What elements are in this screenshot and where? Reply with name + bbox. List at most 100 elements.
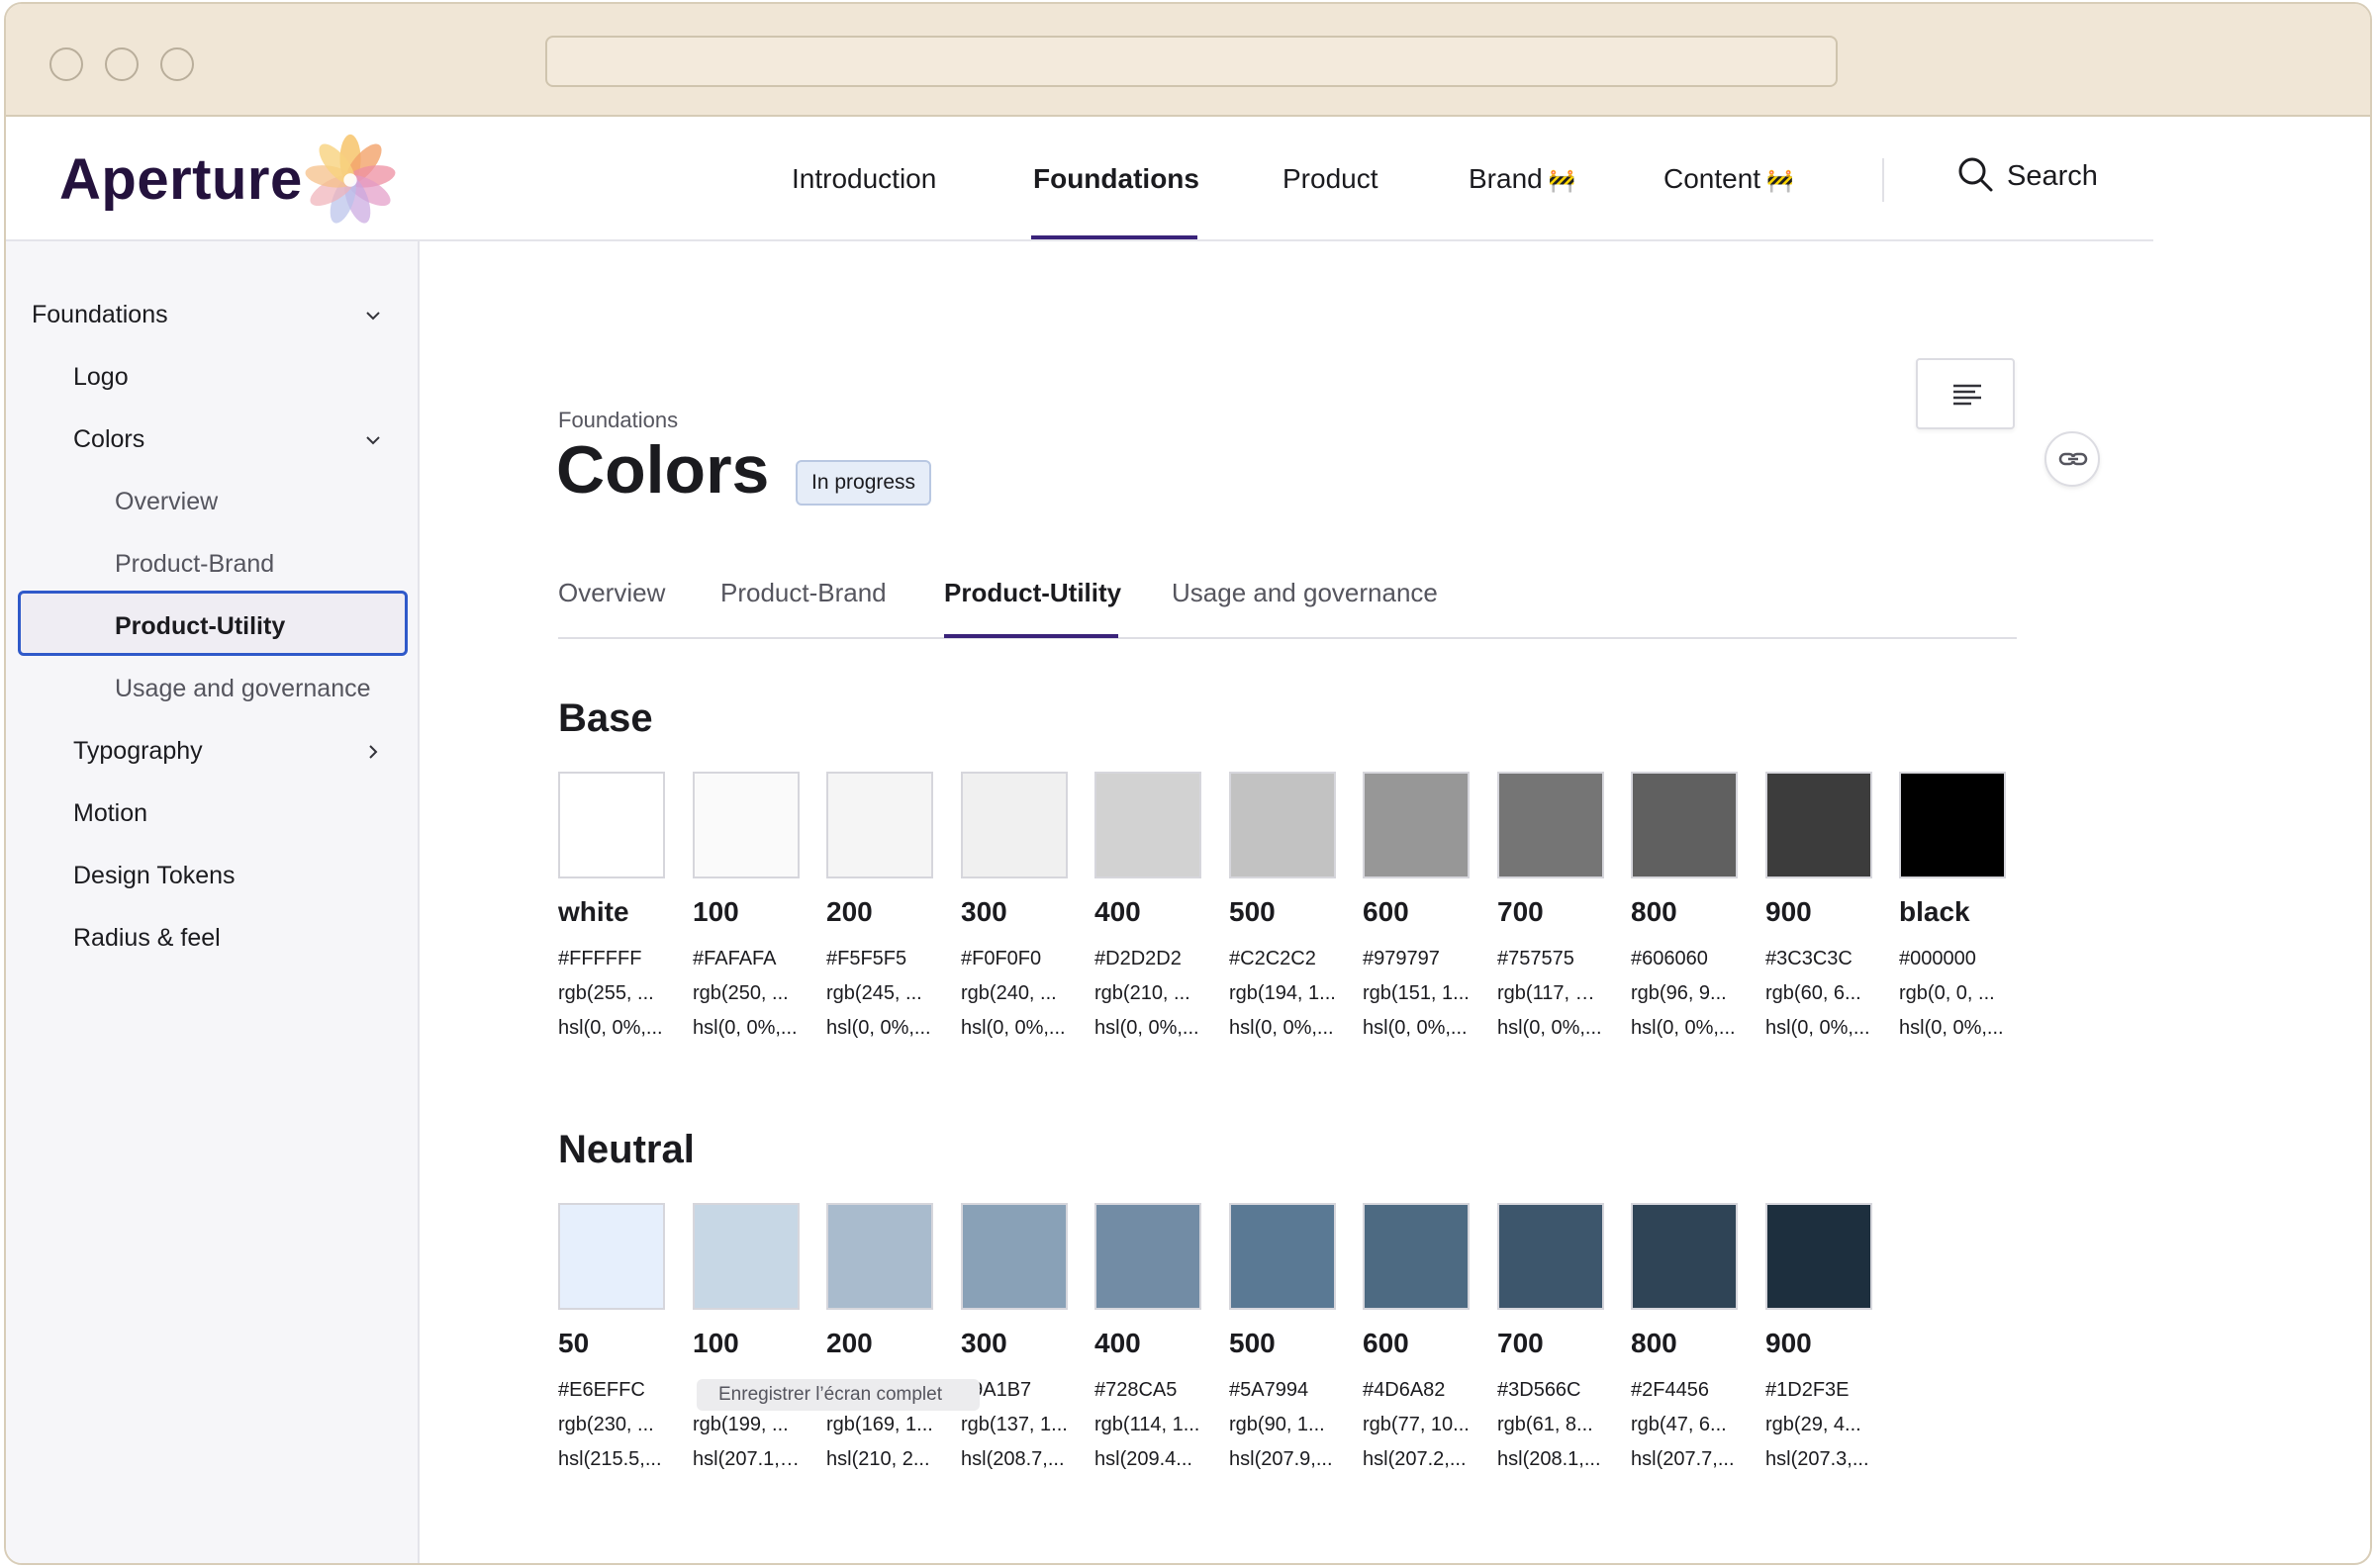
color-swatch[interactable] bbox=[1765, 1203, 1872, 1310]
swatch-rgb-value[interactable]: rgb(199, ... bbox=[693, 1414, 800, 1436]
swatch-hsl-value[interactable]: hsl(0, 0%,... bbox=[1094, 1017, 1201, 1040]
color-swatch[interactable] bbox=[1094, 1203, 1201, 1310]
color-swatch[interactable] bbox=[961, 1203, 1068, 1310]
swatch-rgb-value[interactable]: rgb(210, ... bbox=[1094, 982, 1201, 1005]
color-swatch[interactable] bbox=[1363, 1203, 1470, 1310]
color-swatch[interactable] bbox=[1899, 772, 2006, 878]
logo-wordmark[interactable]: Aperture bbox=[59, 146, 303, 213]
swatch-hex-value[interactable]: #E6EFFC bbox=[558, 1379, 665, 1402]
sidebar-item-logo[interactable]: Logo bbox=[73, 363, 129, 392]
tab-product-brand[interactable]: Product-Brand bbox=[720, 578, 887, 608]
swatch-hsl-value[interactable]: hsl(215.5,... bbox=[558, 1448, 665, 1471]
color-swatch[interactable] bbox=[1229, 1203, 1336, 1310]
sidebar-item-foundations[interactable]: Foundations bbox=[32, 301, 168, 329]
close-window-button[interactable] bbox=[49, 47, 83, 81]
color-swatch[interactable] bbox=[1631, 1203, 1738, 1310]
swatch-rgb-value[interactable]: rgb(90, 1... bbox=[1229, 1414, 1336, 1436]
chevron-down-icon[interactable] bbox=[362, 305, 384, 326]
tab-product-utility[interactable]: Product-Utility bbox=[944, 578, 1121, 608]
minimize-window-button[interactable] bbox=[105, 47, 139, 81]
sidebar-item-product-utility[interactable]: Product-Utility bbox=[115, 612, 285, 641]
swatch-hex-value[interactable]: #C2C2C2 bbox=[1229, 948, 1336, 970]
swatch-rgb-value[interactable]: rgb(47, 6... bbox=[1631, 1414, 1738, 1436]
color-swatch[interactable] bbox=[558, 772, 665, 878]
sidebar-item-typography[interactable]: Typography bbox=[73, 737, 203, 766]
sidebar-item-product-brand[interactable]: Product-Brand bbox=[115, 550, 274, 579]
swatch-hsl-value[interactable]: hsl(209.4... bbox=[1094, 1448, 1201, 1471]
nav-foundations[interactable]: Foundations bbox=[1033, 163, 1199, 195]
sidebar-item-radius-and-feel[interactable]: Radius & feel bbox=[73, 924, 221, 953]
swatch-hex-value[interactable]: #F0F0F0 bbox=[961, 948, 1068, 970]
swatch-rgb-value[interactable]: rgb(77, 10... bbox=[1363, 1414, 1470, 1436]
search-button[interactable]: Search bbox=[2007, 160, 2098, 193]
chevron-right-icon[interactable] bbox=[362, 741, 384, 763]
color-swatch[interactable] bbox=[1229, 772, 1336, 878]
swatch-hsl-value[interactable]: hsl(0, 0%,... bbox=[1631, 1017, 1738, 1040]
maximize-window-button[interactable] bbox=[160, 47, 194, 81]
swatch-rgb-value[interactable]: rgb(255, ... bbox=[558, 982, 665, 1005]
swatch-hex-value[interactable]: #1D2F3E bbox=[1765, 1379, 1872, 1402]
swatch-rgb-value[interactable]: rgb(0, 0, ... bbox=[1899, 982, 2006, 1005]
swatch-hex-value[interactable]: #D2D2D2 bbox=[1094, 948, 1201, 970]
swatch-rgb-value[interactable]: rgb(194, 1... bbox=[1229, 982, 1336, 1005]
sidebar-item-design-tokens[interactable]: Design Tokens bbox=[73, 862, 236, 890]
search-icon[interactable] bbox=[1955, 154, 1995, 194]
swatch-rgb-value[interactable]: rgb(250, ... bbox=[693, 982, 800, 1005]
swatch-hsl-value[interactable]: hsl(207.7,... bbox=[1631, 1448, 1738, 1471]
swatch-rgb-value[interactable]: rgb(137, 1... bbox=[961, 1414, 1068, 1436]
swatch-hsl-value[interactable]: hsl(210, 2... bbox=[826, 1448, 933, 1471]
color-swatch[interactable] bbox=[1497, 772, 1604, 878]
address-bar[interactable] bbox=[545, 36, 1838, 87]
swatch-hex-value[interactable]: #F5F5F5 bbox=[826, 948, 933, 970]
swatch-hsl-value[interactable]: hsl(0, 0%,... bbox=[1363, 1017, 1470, 1040]
swatch-rgb-value[interactable]: rgb(96, 9... bbox=[1631, 982, 1738, 1005]
swatch-hsl-value[interactable]: hsl(0, 0%,... bbox=[826, 1017, 933, 1040]
sidebar-item-motion[interactable]: Motion bbox=[73, 799, 147, 828]
swatch-hsl-value[interactable]: hsl(0, 0%,... bbox=[961, 1017, 1068, 1040]
swatch-hex-value[interactable]: #2F4456 bbox=[1631, 1379, 1738, 1402]
swatch-hsl-value[interactable]: hsl(0, 0%,... bbox=[1765, 1017, 1872, 1040]
swatch-hsl-value[interactable]: hsl(0, 0%,... bbox=[693, 1017, 800, 1040]
color-swatch[interactable] bbox=[693, 1203, 800, 1310]
swatch-hex-value[interactable]: #3D566C bbox=[1497, 1379, 1604, 1402]
swatch-hsl-value[interactable]: hsl(207.3,... bbox=[1765, 1448, 1872, 1471]
color-swatch[interactable] bbox=[1631, 772, 1738, 878]
swatch-hex-value[interactable]: #757575 bbox=[1497, 948, 1604, 970]
swatch-hex-value[interactable]: #5A7994 bbox=[1229, 1379, 1336, 1402]
swatch-rgb-value[interactable]: rgb(60, 6... bbox=[1765, 982, 1872, 1005]
swatch-rgb-value[interactable]: rgb(240, ... bbox=[961, 982, 1068, 1005]
swatch-hsl-value[interactable]: hsl(0, 0%,... bbox=[1497, 1017, 1604, 1040]
nav-introduction[interactable]: Introduction bbox=[792, 163, 936, 195]
swatch-hex-value[interactable]: #606060 bbox=[1631, 948, 1738, 970]
swatch-rgb-value[interactable]: rgb(114, 1... bbox=[1094, 1414, 1201, 1436]
color-swatch[interactable] bbox=[1765, 772, 1872, 878]
swatch-rgb-value[interactable]: rgb(117, 11... bbox=[1497, 982, 1604, 1005]
sidebar-item-overview[interactable]: Overview bbox=[115, 488, 218, 516]
color-swatch[interactable] bbox=[826, 772, 933, 878]
tab-overview[interactable]: Overview bbox=[558, 578, 665, 608]
swatch-rgb-value[interactable]: rgb(151, 1... bbox=[1363, 982, 1470, 1005]
swatch-hsl-value[interactable]: hsl(207.1, ... bbox=[693, 1448, 800, 1471]
swatch-hsl-value[interactable]: hsl(207.2,... bbox=[1363, 1448, 1470, 1471]
color-swatch[interactable] bbox=[961, 772, 1068, 878]
swatch-rgb-value[interactable]: rgb(169, 1... bbox=[826, 1414, 933, 1436]
swatch-rgb-value[interactable]: rgb(29, 4... bbox=[1765, 1414, 1872, 1436]
chevron-down-icon[interactable] bbox=[362, 429, 384, 451]
color-swatch[interactable] bbox=[558, 1203, 665, 1310]
color-swatch[interactable] bbox=[693, 772, 800, 878]
swatch-hsl-value[interactable]: hsl(208.1,... bbox=[1497, 1448, 1604, 1471]
sidebar-item-usage-and-governance[interactable]: Usage and governance bbox=[115, 675, 371, 703]
swatch-hsl-value[interactable]: hsl(0, 0%,... bbox=[1899, 1017, 2006, 1040]
swatch-rgb-value[interactable]: rgb(230, ... bbox=[558, 1414, 665, 1436]
nav-content[interactable]: Content 🚧 bbox=[1663, 163, 1793, 195]
nav-brand[interactable]: Brand 🚧 bbox=[1469, 163, 1575, 195]
color-swatch[interactable] bbox=[826, 1203, 933, 1310]
color-swatch[interactable] bbox=[1363, 772, 1470, 878]
swatch-hex-value[interactable]: #FAFAFA bbox=[693, 948, 800, 970]
swatch-hex-value[interactable]: #3C3C3C bbox=[1765, 948, 1872, 970]
table-of-contents-button[interactable] bbox=[1916, 358, 2015, 429]
copy-link-button[interactable] bbox=[2044, 431, 2100, 487]
tab-usage-and-governance[interactable]: Usage and governance bbox=[1172, 578, 1438, 608]
swatch-hex-value[interactable]: #FFFFFF bbox=[558, 948, 665, 970]
color-swatch[interactable] bbox=[1497, 1203, 1604, 1310]
